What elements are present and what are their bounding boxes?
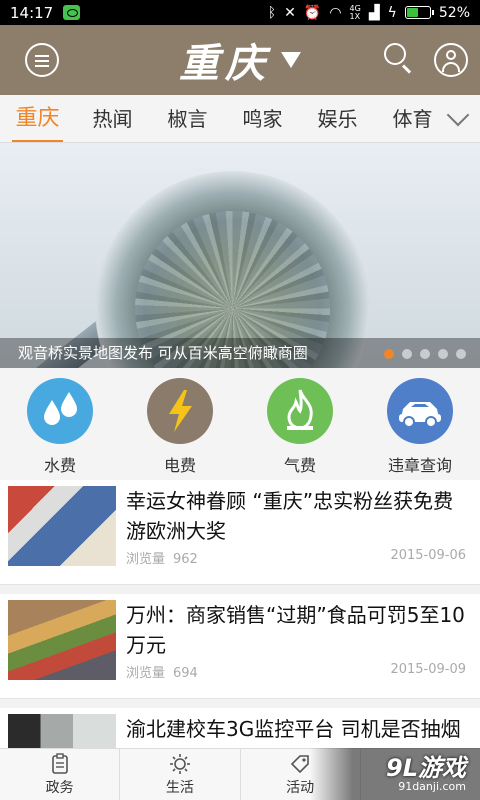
news-title: 渝北建校车3G监控平台 司机是否抽烟聊天一目了然 [126,717,461,748]
tag-icon [290,754,309,773]
list-divider [0,585,480,594]
news-title: 万州：商家销售“过期”食品可罚5至10万元 [126,603,465,657]
city-selector[interactable]: 重庆 [179,31,301,89]
carousel-indicator [384,349,466,359]
menu-icon[interactable] [25,43,59,77]
gas-bill-button[interactable]: 气费 [250,378,350,480]
sun-icon [169,753,190,774]
flame-icon [267,378,333,444]
news-item[interactable]: 万州：商家销售“过期”食品可罚5至10万元 浏览量 694 2015-09-09 [0,594,480,699]
tab-mingjia[interactable]: 鸣家 [225,95,300,142]
battery-icon [404,6,434,19]
carousel-dot [402,349,412,359]
news-meta: 浏览量 962 2015-09-06 [126,548,466,567]
news-meta: 浏览量 694 2015-09-09 [126,662,466,681]
carousel-dot [420,349,430,359]
site-watermark: 9L游戏 91danji.com [310,748,480,800]
charging-icon: ϟ [387,4,397,21]
app-header: 重庆 [0,25,480,95]
dropdown-caret-icon [281,52,301,68]
carousel-dot [438,349,448,359]
news-item[interactable]: 幸运女神眷顾 “重庆”忠实粉丝获免费游欧洲大奖 浏览量 962 2015-09-0… [0,480,480,585]
expand-tabs-icon[interactable] [438,95,480,142]
news-item[interactable]: 渝北建校车3G监控平台 司机是否抽烟聊天一目了然 [0,708,480,748]
nav-label: 政务 [45,779,74,796]
traffic-violation-button[interactable]: 违章查询 [370,378,470,480]
nav-government[interactable]: 政务 [0,749,121,800]
battery-percent: 52% [438,4,470,21]
city-title: 重庆 [179,40,271,87]
wechat-notification-icon [63,5,81,20]
news-thumbnail [8,486,116,566]
banner-carousel[interactable]: 观音桥实景地图发布 可从百米高空俯瞰商圈 [0,143,480,368]
alarm-icon: ⏰ [303,4,322,21]
vibrate-off-icon: ✕ [284,4,296,21]
nav-life[interactable]: 生活 [120,749,241,800]
views-count: 694 [173,666,198,681]
water-bill-button[interactable]: 水费 [10,378,110,480]
water-drop-icon [27,378,93,444]
list-divider [0,699,480,708]
bluetooth-icon: ᛒ [267,4,277,21]
wifi-icon: ◠ [329,4,342,21]
watermark-logo: 9L游戏 [386,754,466,782]
news-list: 幸运女神眷顾 “重庆”忠实粉丝获免费游欧洲大奖 浏览量 962 2015-09-0… [0,480,480,748]
views-label: 浏览量 [126,552,166,567]
car-icon [387,378,453,444]
network-type: 4G 1X [349,3,361,21]
signal-icon: ▟ [368,4,380,21]
search-icon[interactable] [382,41,416,75]
news-title: 幸运女神眷顾 “重庆”忠实粉丝获免费游欧洲大奖 [126,489,454,543]
service-shortcuts: 水费 电费 气费 违章查询 [0,368,480,480]
views-count: 962 [173,552,198,567]
nav-label: 生活 [165,779,194,796]
news-date: 2015-09-06 [390,548,466,563]
electricity-bill-button[interactable]: 电费 [130,378,230,480]
watermark-url: 91danji.com [398,780,466,793]
user-icon[interactable] [434,43,468,77]
status-time: 14:17 [10,3,54,22]
carousel-dot [384,349,394,359]
news-date: 2015-09-09 [390,662,466,677]
lightning-icon [147,378,213,444]
status-bar: 14:17 ᛒ ✕ ⏰ ◠ 4G 1X ▟ ϟ 52% [0,0,480,25]
news-thumbnail [8,600,116,680]
tab-chongqing[interactable]: 重庆 [0,95,75,142]
carousel-dot [456,349,466,359]
tab-entertainment[interactable]: 娱乐 [300,95,375,142]
news-thumbnail [8,714,116,748]
category-tabs: 重庆 热闻 椒言 鸣家 娱乐 体育 [0,95,480,143]
clipboard-icon [51,752,68,774]
views-label: 浏览量 [126,666,166,681]
tab-jiaoyan[interactable]: 椒言 [150,95,225,142]
tab-hot-news[interactable]: 热闻 [75,95,150,142]
